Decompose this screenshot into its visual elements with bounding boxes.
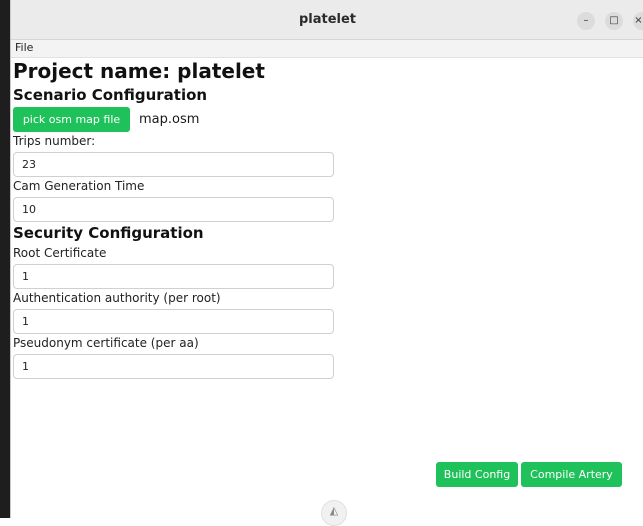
cam-generation-label: Cam Generation Time <box>13 179 145 193</box>
cam-generation-input[interactable]: 10 <box>13 197 334 222</box>
pseudonym-certificate-input[interactable]: 1 <box>13 354 334 379</box>
menu-file[interactable]: File <box>15 41 33 54</box>
compile-artery-button[interactable]: Compile Artery <box>521 462 622 487</box>
authentication-authority-input[interactable]: 1 <box>13 309 334 334</box>
scenario-heading: Scenario Configuration <box>13 86 208 104</box>
menu-bar: File <box>11 40 643 58</box>
root-certificate-input[interactable]: 1 <box>13 264 334 289</box>
project-title: Project name: platelet <box>13 59 265 83</box>
build-config-button[interactable]: Build Config <box>436 462 518 487</box>
root-certificate-label: Root Certificate <box>13 246 107 260</box>
minimize-icon[interactable]: – <box>577 12 595 30</box>
app-window: platelet – □ × File Project name: platel… <box>10 0 643 526</box>
desktop-background <box>0 0 10 518</box>
window-title: platelet <box>298 12 357 27</box>
title-bar: platelet – □ × <box>11 0 643 40</box>
security-heading: Security Configuration <box>13 224 204 242</box>
maximize-icon[interactable]: □ <box>605 12 623 30</box>
authentication-authority-label: Authentication authority (per root) <box>13 291 221 305</box>
nuxt-logo-icon: ◭ <box>321 500 347 526</box>
trips-input[interactable]: 23 <box>13 152 334 177</box>
map-file-name: map.osm <box>139 112 200 127</box>
pseudonym-certificate-label: Pseudonym certificate (per aa) <box>13 336 199 350</box>
pick-osm-button[interactable]: pick osm map file <box>13 107 130 132</box>
trips-label: Trips number: <box>13 134 96 148</box>
